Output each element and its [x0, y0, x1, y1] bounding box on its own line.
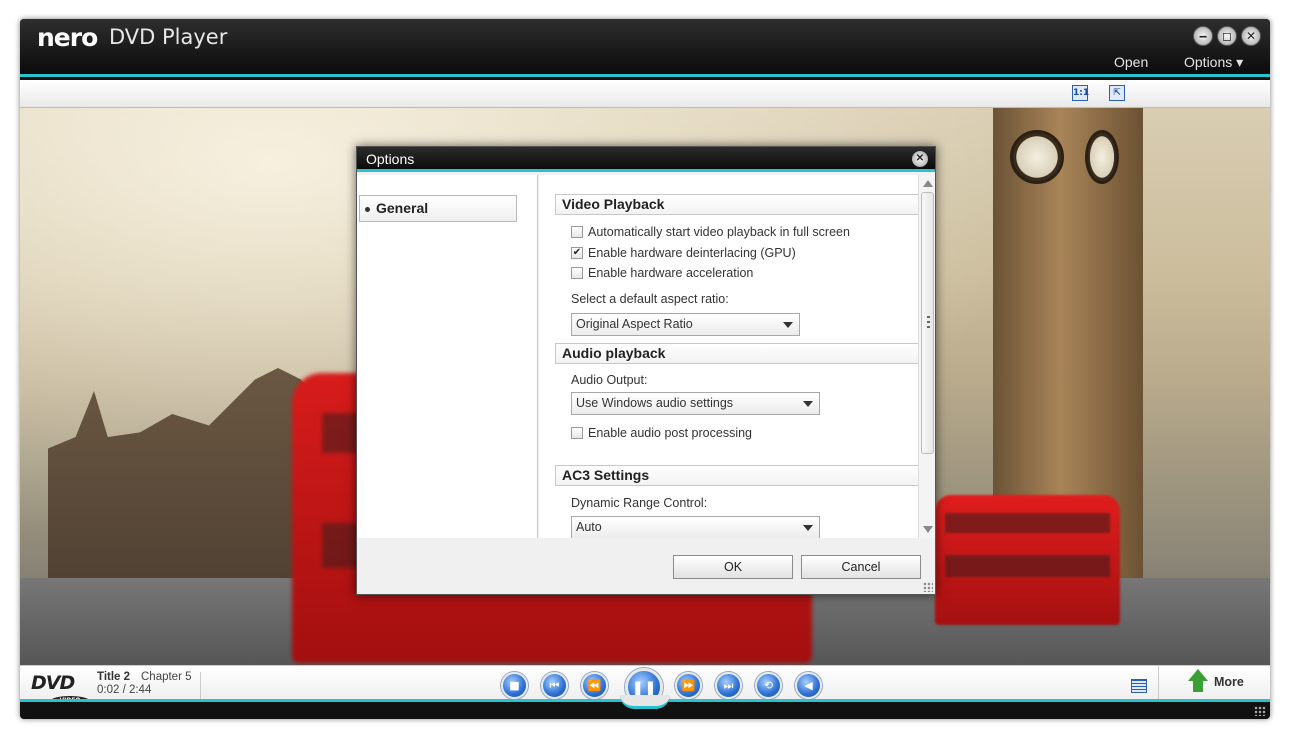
- auto-fullscreen-label: Automatically start video playback in fu…: [588, 225, 850, 239]
- scroll-up-icon[interactable]: [923, 180, 933, 187]
- title-number: Title 2: [97, 671, 131, 683]
- chapter-number: Chapter 5: [141, 671, 192, 683]
- dialog-title: Options: [366, 151, 415, 167]
- ratio-1to1-icon[interactable]: 1:1: [1072, 85, 1089, 101]
- audio-output-value: Use Windows audio settings: [576, 396, 734, 410]
- more-label: More: [1214, 675, 1244, 689]
- repeat-button[interactable]: ⟲: [755, 672, 782, 699]
- clock-face: [1085, 130, 1119, 184]
- up-arrow-stem: [1193, 680, 1203, 692]
- close-button[interactable]: ✕: [1241, 26, 1261, 46]
- audio-post-processing-label: Enable audio post processing: [588, 426, 753, 440]
- audio-post-processing-checkbox[interactable]: [571, 427, 583, 439]
- aspect-ratio-label: Select a default aspect ratio:: [571, 292, 729, 306]
- auto-fullscreen-checkbox[interactable]: [571, 226, 583, 238]
- open-menu[interactable]: Open: [1114, 54, 1148, 70]
- dialog-title-bar: Options ✕: [357, 147, 935, 172]
- scroll-thumb[interactable]: [921, 192, 934, 454]
- view-toolbar: 1:1 ⇱: [20, 80, 1270, 108]
- scroll-down-icon[interactable]: [923, 526, 933, 533]
- more-button[interactable]: More: [1158, 666, 1270, 700]
- app-title: DVD Player: [109, 25, 228, 49]
- bus-window: [945, 555, 1110, 577]
- chevron-down-icon: [803, 401, 813, 407]
- dialog-resize-grip-icon[interactable]: [923, 582, 933, 592]
- nav-item-general[interactable]: General: [359, 195, 517, 222]
- options-content: Video Playback Automatically start video…: [539, 175, 918, 538]
- maximize-button[interactable]: ◻: [1217, 26, 1237, 46]
- drc-select[interactable]: Auto: [571, 516, 820, 538]
- section-header-audio: Audio playback: [555, 343, 918, 364]
- resize-grip-icon[interactable]: [1254, 706, 1266, 716]
- options-menu[interactable]: Options ▾: [1184, 54, 1243, 71]
- drc-value: Auto: [576, 520, 602, 534]
- hw-deinterlacing-checkbox[interactable]: ✔: [571, 247, 583, 259]
- hw-acceleration-label: Enable hardware acceleration: [588, 266, 754, 280]
- dialog-close-icon[interactable]: ✕: [912, 151, 928, 167]
- aspect-ratio-select[interactable]: Original Aspect Ratio: [571, 313, 800, 336]
- volume-button[interactable]: ◀: [795, 672, 822, 699]
- hw-deinterlacing-label: Enable hardware deinterlacing (GPU): [588, 246, 796, 260]
- hw-acceleration-checkbox[interactable]: [571, 267, 583, 279]
- options-dialog: Options ✕ General Video Playback Automat…: [356, 146, 936, 595]
- red-bus: [935, 495, 1120, 625]
- options-scrollbar[interactable]: [918, 175, 935, 538]
- dvd-video-logo: DVD VIDEO: [31, 672, 89, 705]
- play-button-notch: [620, 695, 670, 709]
- section-header-ac3: AC3 Settings: [555, 465, 918, 486]
- playback-time: 0:02 / 2:44: [97, 684, 152, 696]
- clock-face: [1010, 130, 1064, 184]
- audio-output-label: Audio Output:: [571, 373, 648, 387]
- ok-button[interactable]: OK: [673, 555, 793, 579]
- previous-chapter-button[interactable]: ⏮: [541, 672, 568, 699]
- minimize-button[interactable]: ‒: [1193, 26, 1213, 46]
- grip-icon: [927, 316, 930, 330]
- bus-window: [945, 513, 1110, 533]
- cancel-button[interactable]: Cancel: [801, 555, 921, 579]
- nero-logo: nero: [37, 23, 98, 52]
- chevron-down-icon: [803, 525, 813, 531]
- dvd-logo-text: DVD: [31, 672, 75, 694]
- rewind-button[interactable]: ⏪: [581, 672, 608, 699]
- fast-forward-button[interactable]: ⏩: [675, 672, 702, 699]
- next-chapter-button[interactable]: ⏭: [715, 672, 742, 699]
- divider: [200, 672, 201, 702]
- section-header-video: Video Playback: [555, 194, 918, 215]
- stop-button[interactable]: ■: [501, 672, 528, 699]
- audio-output-select[interactable]: Use Windows audio settings: [571, 392, 820, 415]
- chevron-down-icon: [783, 322, 793, 328]
- options-nav: General: [357, 175, 538, 538]
- aspect-ratio-value: Original Aspect Ratio: [576, 317, 693, 331]
- playlist-icon[interactable]: [1131, 679, 1147, 693]
- title-bar: nero DVD Player ‒ ◻ ✕ Open Options ▾: [20, 19, 1270, 77]
- fullscreen-icon[interactable]: ⇱: [1109, 85, 1125, 101]
- drc-label: Dynamic Range Control:: [571, 496, 708, 510]
